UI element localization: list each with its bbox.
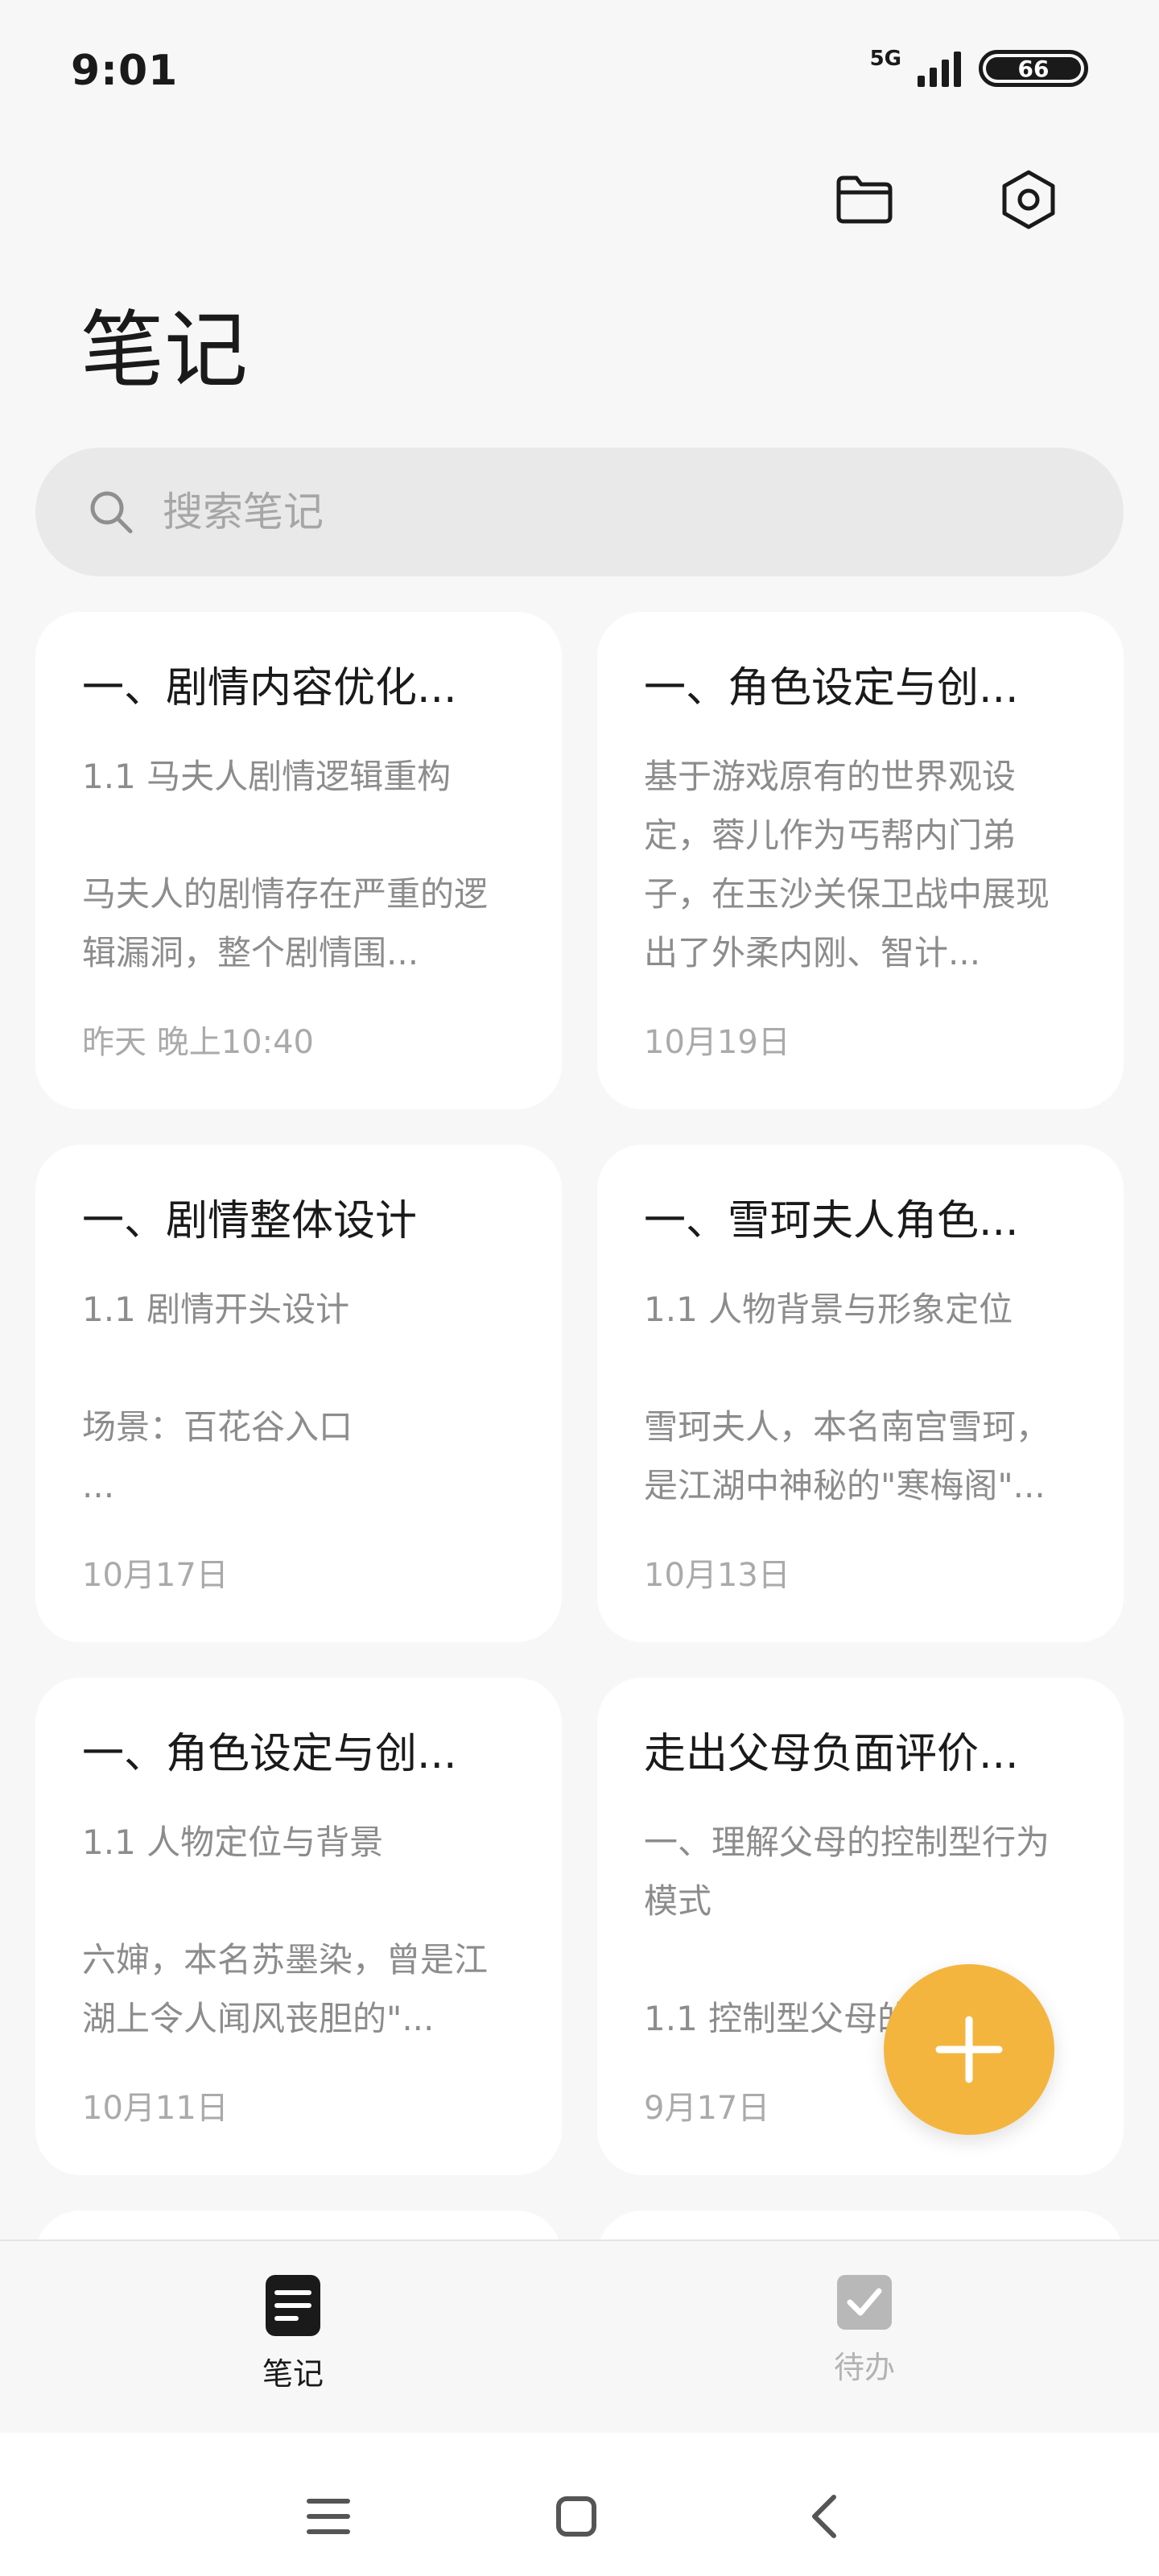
note-title: 一、角色设定与创...	[644, 664, 1019, 712]
back-chevron-icon	[812, 2495, 836, 2538]
note-date: 10月17日	[82, 1557, 229, 1594]
add-note-button[interactable]	[884, 1964, 1054, 2135]
status-indicators: 5G 66	[869, 47, 1088, 87]
note-date: 9月17日	[644, 2090, 770, 2127]
back-button[interactable]	[792, 2484, 856, 2549]
note-title: 一、剧情整体设计	[82, 1197, 418, 1245]
settings-icon	[1002, 170, 1055, 229]
tab-todo-label: 待办	[833, 2350, 895, 2385]
signal-icon	[918, 52, 961, 87]
tab-notes[interactable]: 笔记	[212, 2273, 373, 2393]
recent-apps-button[interactable]	[296, 2484, 361, 2549]
battery-icon: 66	[979, 50, 1088, 87]
note-card[interactable]: 一、角色设定与创... 1.1 人物定位与背景 六婶，本名苏墨染，曾是江湖上令人…	[35, 1678, 562, 2175]
note-title: 一、角色设定与创...	[82, 1730, 457, 1778]
status-time: 9:01	[71, 47, 179, 95]
search-bar[interactable]	[35, 448, 1124, 576]
note-card[interactable]: 一、剧情内容优化... 1.1 马夫人剧情逻辑重构 马夫人的剧情存在严重的逻辑漏…	[35, 612, 562, 1109]
note-preview: 1.1 剧情开头设计 场景：百花谷入口 ...	[82, 1290, 353, 1505]
note-preview: 1.1 马夫人剧情逻辑重构 马夫人的剧情存在严重的逻辑漏洞，整个剧情围...	[82, 757, 489, 972]
home-square-icon	[556, 2496, 596, 2537]
tab-notes-label: 笔记	[262, 2356, 324, 2392]
note-date: 昨天 晚上10:40	[82, 1024, 314, 1061]
notes-icon	[266, 2275, 320, 2336]
note-preview: 1.1 人物背景与形象定位 雪珂夫人，本名南宫雪珂，是江湖中神秘的"寒梅阁"..…	[644, 1290, 1050, 1505]
note-card[interactable]: 走出父母负面评价... 一、理解父母的控制型行为模式 1.1 控制型父母的 9月…	[597, 1678, 1124, 2175]
bottom-tab-bar: 笔记 待办	[0, 2240, 1159, 2433]
note-title: 一、剧情内容优化...	[82, 664, 457, 712]
menu-icon	[307, 2499, 350, 2534]
todo-checkbox-icon	[837, 2275, 892, 2330]
page-title: 笔记	[80, 301, 249, 399]
note-preview: 1.1 人物定位与背景 六婶，本名苏墨染，曾是江湖上令人闻风丧胆的"...	[82, 1823, 489, 2038]
system-nav-bar	[0, 2433, 1159, 2576]
folder-button[interactable]	[826, 161, 903, 238]
network-type: 5G	[869, 47, 901, 71]
note-card[interactable]: 一、剧情整体设计 1.1 剧情开头设计 场景：百花谷入口 ... 10月17日	[35, 1145, 562, 1642]
note-title: 走出父母负面评价...	[644, 1730, 1019, 1778]
note-card[interactable]: 一、角色设定与创... 基于游戏原有的世界观设定，蓉儿作为丐帮内门弟子，在玉沙关…	[597, 612, 1124, 1109]
battery-level: 66	[986, 56, 1081, 82]
settings-button[interactable]	[990, 161, 1067, 238]
search-icon	[90, 491, 133, 534]
status-bar: 9:01 5G 66	[0, 0, 1159, 145]
note-card[interactable]: 一、雪珂夫人角色... 1.1 人物背景与形象定位 雪珂夫人，本名南宫雪珂，是江…	[597, 1145, 1124, 1642]
home-button[interactable]	[544, 2484, 608, 2549]
note-preview: 基于游戏原有的世界观设定，蓉儿作为丐帮内门弟子，在玉沙关保卫战中展现出了外柔内刚…	[644, 757, 1050, 972]
note-date: 10月13日	[644, 1557, 790, 1594]
plus-icon	[935, 2016, 1003, 2083]
search-input[interactable]	[163, 489, 1048, 535]
note-title: 一、雪珂夫人角色...	[644, 1197, 1019, 1245]
note-date: 10月19日	[644, 1024, 790, 1061]
folder-icon	[836, 175, 893, 224]
note-date: 10月11日	[82, 2090, 229, 2127]
tab-todo[interactable]: 待办	[784, 2273, 945, 2387]
